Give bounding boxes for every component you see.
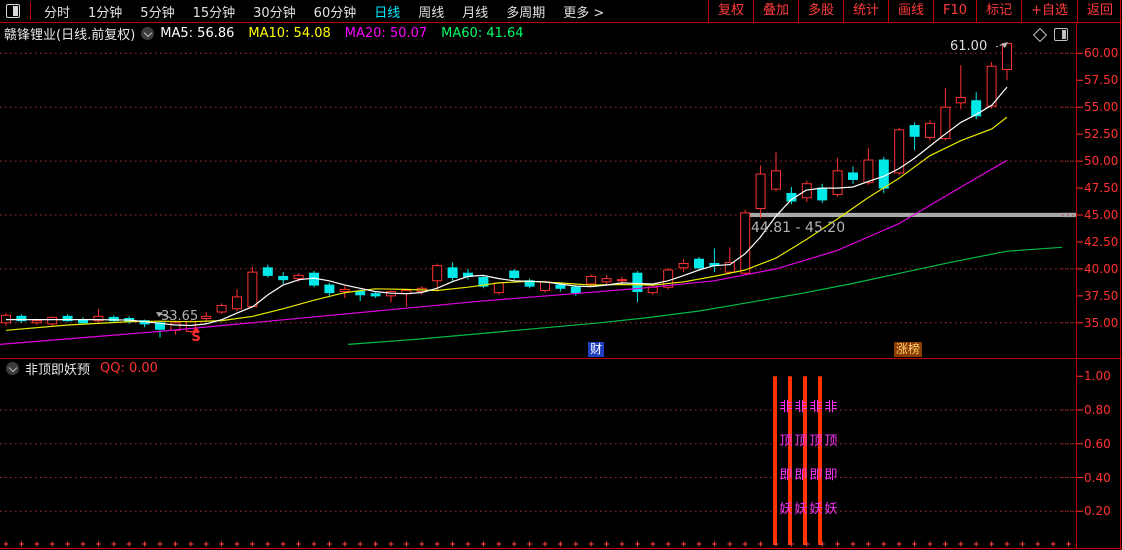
signal-char: 非 xyxy=(794,400,808,415)
main-axis-label: 50.00 xyxy=(1084,154,1119,169)
signal-text-column: 非顶即妖 xyxy=(794,401,808,517)
signal-char: 顶 xyxy=(794,434,808,449)
main-axis-label: 57.50 xyxy=(1084,73,1119,88)
finance-news-badge[interactable]: 财 xyxy=(588,342,605,357)
signal-char: 顶 xyxy=(809,434,823,449)
main-axis-label: 37.50 xyxy=(1084,288,1119,303)
main-axis-label: 45.00 xyxy=(1084,208,1119,222)
sub-axis-label: 0.40 xyxy=(1084,470,1111,485)
main-axis-label: 47.50 xyxy=(1084,181,1119,196)
signal-char: 顶 xyxy=(779,434,793,449)
signal-char: 即 xyxy=(824,468,838,483)
signal-char: 非 xyxy=(779,400,793,415)
price-band-label: 44.81 - 45.20 xyxy=(751,220,846,236)
signal-char: 妖 xyxy=(809,502,823,517)
signal-char: 妖 xyxy=(824,502,838,517)
signal-char: 即 xyxy=(809,468,823,483)
main-axis-label: 55.00 xyxy=(1084,100,1119,115)
signal-char: 妖 xyxy=(779,502,793,517)
main-axis-label: 60.00 xyxy=(1084,46,1119,61)
signal-char: 即 xyxy=(779,468,793,483)
main-axis-label: 40.00 xyxy=(1084,261,1119,276)
indicator-value: QQ: 0.00 xyxy=(100,361,158,376)
chevron-down-circle-icon[interactable] xyxy=(6,362,19,375)
candlestick-chart xyxy=(0,0,1122,550)
signal-char: 非 xyxy=(824,400,838,415)
signal-text-column: 非顶即妖 xyxy=(779,401,793,517)
main-axis-label: 42.50 xyxy=(1084,234,1119,249)
sell-signal-marker: S xyxy=(190,327,202,344)
signal-char: 即 xyxy=(794,468,808,483)
signal-char: 顶 xyxy=(824,434,838,449)
high-price-callout: 61.00 xyxy=(950,39,988,54)
signal-text-column: 非顶即妖 xyxy=(809,401,823,517)
main-axis-label: 35.00 xyxy=(1084,315,1119,330)
sub-axis-label: 1.00 xyxy=(1084,369,1111,384)
indicator-name: 非顶即妖预 xyxy=(25,363,91,378)
signal-char: 非 xyxy=(809,400,823,415)
low-price-callout: 33.65 xyxy=(161,309,199,324)
indicator-header: 非顶即妖预 QQ: 0.00 xyxy=(6,361,158,378)
signal-text-column: 非顶即妖 xyxy=(824,401,838,517)
gainers-rank-badge[interactable]: 涨榜 xyxy=(894,342,923,357)
signal-char: 妖 xyxy=(794,502,808,517)
sub-axis-label: 0.80 xyxy=(1084,403,1111,417)
trading-app-window: 分时 1分钟 5分钟 15分钟 30分钟 60分钟 日线 周线 月线 多周期 更多 > 复权 叠加 多股… xyxy=(0,0,1122,550)
sub-axis-label: 0.20 xyxy=(1084,504,1111,519)
main-axis-label: 52.50 xyxy=(1084,127,1119,142)
sub-axis-label: 0.60 xyxy=(1084,436,1111,451)
